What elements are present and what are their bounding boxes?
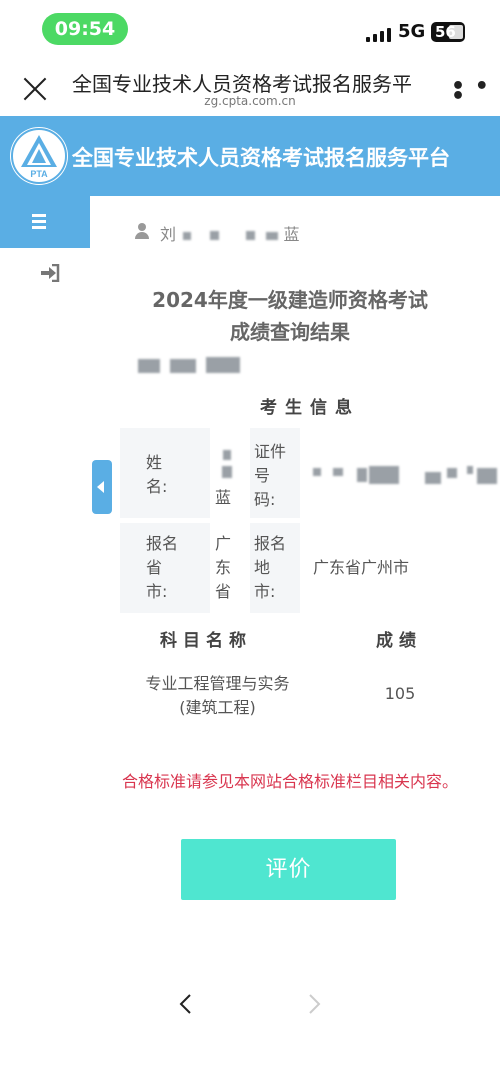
collapse-arrow-icon[interactable] xyxy=(92,460,112,514)
score-col-subject: 科目名称 xyxy=(160,631,252,651)
status-time: 09:54 xyxy=(42,13,128,45)
site-logo: PTA xyxy=(10,127,68,185)
value-province: 广东省 xyxy=(215,534,232,601)
redacted-candidate-id xyxy=(138,357,242,375)
score-row-value: 105 xyxy=(384,684,416,703)
user-icon xyxy=(135,223,149,239)
browser-header: 全国专业技术人员资格考试报名服务平 zg.cpta.com.cn • • • xyxy=(0,58,500,116)
score-row-subject: 专业工程管理与实务(建筑工程) xyxy=(145,674,290,717)
label-name: 姓名: xyxy=(146,453,168,496)
user-name: 刘 蓝 xyxy=(160,225,300,244)
value-name: 蓝 xyxy=(215,450,237,510)
evaluate-button[interactable]: 评价 xyxy=(181,839,396,900)
more-icon[interactable]: • • • xyxy=(451,76,500,108)
status-bar: 09:54 5G 56 xyxy=(0,0,500,58)
label-id-number: 证件号码: xyxy=(254,442,287,509)
result-title: 2024年度一级建造师资格考试 成绩查询结果 xyxy=(152,288,428,344)
signal-icon xyxy=(366,26,392,42)
page-url: zg.cpta.com.cn xyxy=(204,94,296,108)
label-city: 报名地市: xyxy=(254,534,287,601)
section-title: 考生信息 xyxy=(260,398,360,418)
logo-text: PTA xyxy=(30,169,48,179)
back-arrow-icon[interactable] xyxy=(175,993,197,1015)
score-col-score: 成绩 xyxy=(376,631,422,651)
site-title: 全国专业技术人员资格考试报名服务平台 xyxy=(72,146,450,170)
login-icon[interactable] xyxy=(40,263,60,283)
menu-icon[interactable] xyxy=(0,196,90,248)
passing-standard-note: 合格标准请参见本网站合格标准栏目相关内容。 xyxy=(121,772,458,791)
battery-level: 56 xyxy=(435,23,456,41)
network-label: 5G xyxy=(398,21,426,42)
forward-arrow-icon[interactable] xyxy=(303,993,325,1015)
value-city: 广东省广州市 xyxy=(313,558,410,577)
site-banner: PTA 全国专业技术人员资格考试报名服务平台 xyxy=(0,116,500,196)
page-title: 全国专业技术人员资格考试报名服务平 xyxy=(72,72,412,96)
value-id-number xyxy=(313,466,500,486)
battery-icon: 56 xyxy=(431,22,465,42)
label-province: 报名省市: xyxy=(146,534,179,601)
